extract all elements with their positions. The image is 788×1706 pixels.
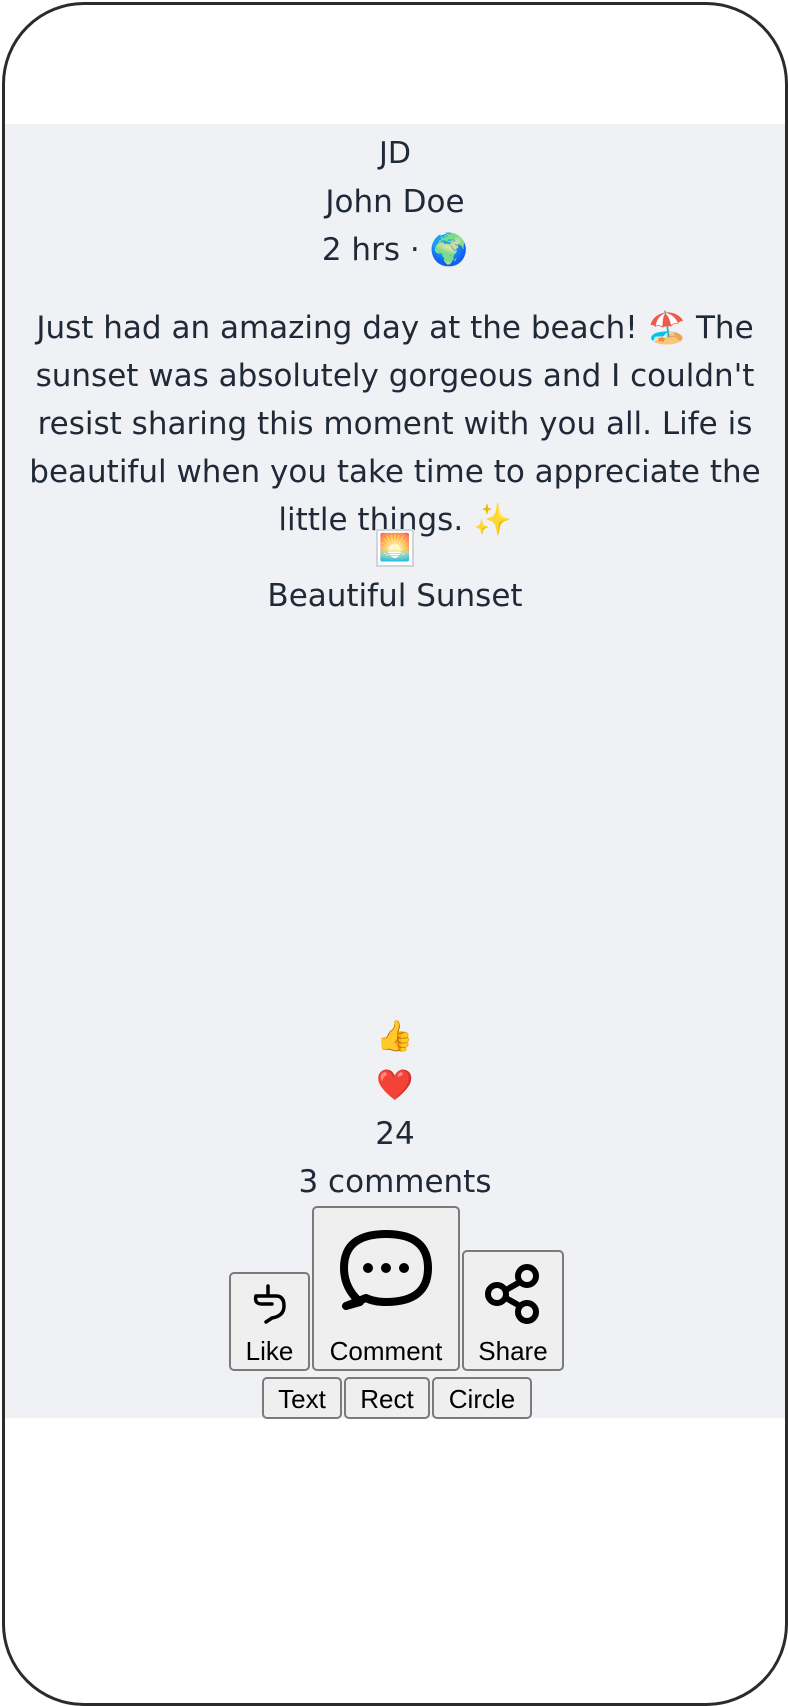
thumbs-up-icon: 👍	[376, 1019, 414, 1054]
heart-icon: ❤️	[376, 1068, 414, 1103]
post-text: Just had an amazing day at the beach! 🏖️…	[29, 310, 761, 538]
share-button[interactable]: Share	[462, 1250, 564, 1371]
phone-frame: JD John Doe 2 hrs · 🌍 Just had an amazin…	[2, 2, 788, 1706]
like-button[interactable]: Like	[229, 1272, 310, 1371]
comment-button[interactable]: Comment	[312, 1206, 460, 1371]
speech-bubble-icon	[314, 1224, 458, 1316]
comment-count[interactable]: 3 comments	[5, 1162, 785, 1202]
image-caption: Beautiful Sunset	[267, 578, 523, 614]
rect-tool-button[interactable]: Rect	[344, 1377, 430, 1419]
image-icon: 🌅	[5, 529, 785, 567]
like-label: Like	[245, 1336, 294, 1366]
post-meta: 2 hrs · 🌍	[321, 232, 469, 268]
avatar: JD	[379, 136, 411, 171]
hand-like-icon	[231, 1282, 308, 1328]
post-card: JD John Doe 2 hrs · 🌍 Just had an amazin…	[5, 124, 785, 1419]
reaction-count[interactable]: 24	[5, 1114, 785, 1154]
circle-tool-button[interactable]: Circle	[432, 1377, 532, 1419]
share-nodes-icon	[464, 1262, 562, 1326]
author-name[interactable]: John Doe	[5, 182, 785, 222]
share-label: Share	[478, 1336, 548, 1366]
text-tool-button[interactable]: Text	[262, 1377, 342, 1419]
comment-label: Comment	[329, 1336, 443, 1366]
sunset-image-icon: 🌅	[375, 529, 415, 567]
